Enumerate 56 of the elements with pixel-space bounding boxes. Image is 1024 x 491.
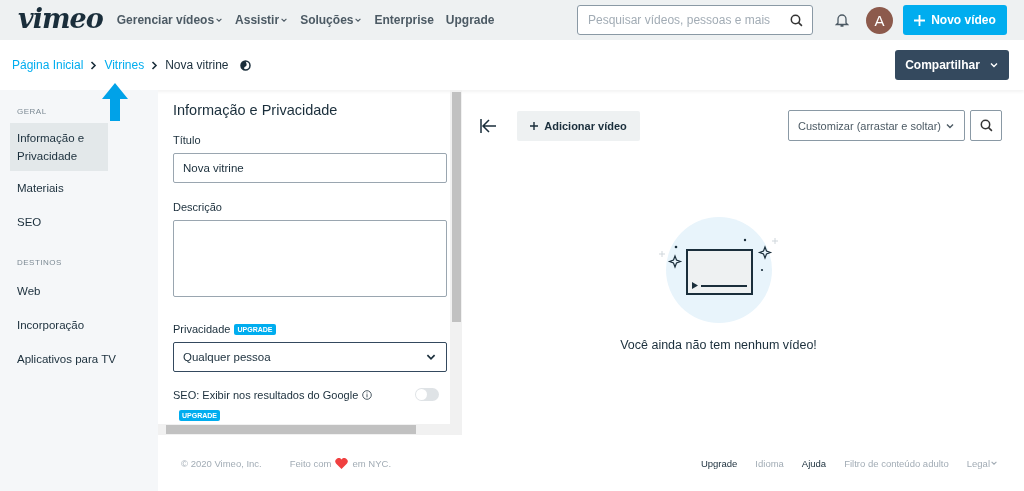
privacy-dropdown[interactable]: Qualquer pessoa [173,342,447,372]
sidebar-item[interactable]: Web [10,274,144,308]
nav-link[interactable]: Upgrade [445,13,495,27]
vertical-scrollbar[interactable] [450,90,462,424]
title-field[interactable]: Nova vitrine [173,153,447,183]
seo-label: SEO: Exibir nos resultados do Google [173,388,359,401]
plus-icon [914,14,926,26]
chevron-down-icon [990,459,998,467]
chevron-down-icon [354,16,363,24]
field-label: Descrição [173,201,222,213]
user-avatar[interactable]: A [866,6,893,34]
play-bar-icon [691,282,748,289]
search-icon [790,14,803,27]
chevron-right-icon [151,60,159,70]
field-label: Privacidade [173,323,231,335]
heart-icon [335,457,349,469]
sidebar-heading: DESTINOS [16,258,63,267]
bell-icon[interactable] [835,12,849,28]
add-video-button[interactable]: Adicionar vídeo [517,110,640,141]
chevron-down-icon [280,16,289,24]
sort-dropdown[interactable]: Customizar (arrastar e soltar) [788,110,965,141]
footer-text: Feito com [289,457,332,469]
info-icon [362,389,373,400]
seo-toggle[interactable] [415,388,439,401]
chevron-right-icon [90,60,98,70]
field-label: Título [173,134,201,146]
plus-icon [530,121,539,130]
share-button[interactable]: Compartilhar [895,50,1009,80]
horizontal-scrollbar[interactable] [158,424,462,435]
vimeo-logo[interactable]: vimeo [18,2,103,34]
sidebar-heading: GERAL [16,107,48,116]
sidebar-item[interactable]: Materiais [10,171,144,205]
search-field[interactable]: Pesquisar vídeos, pessoas e mais [577,5,813,35]
footer-link[interactable]: Upgrade [700,457,738,469]
footer-link[interactable]: Ajuda [801,457,827,469]
sidebar-item[interactable]: Aplicativos para TV [10,342,144,376]
sidebar-item[interactable]: Informação e Privacidade [10,123,108,171]
sidebar-item[interactable]: SEO [10,205,144,239]
sidebar-item[interactable]: Incorporação [10,308,144,342]
search-button[interactable] [970,110,1002,141]
annotation-arrow [102,83,128,121]
nav-link[interactable]: Gerenciar vídeos [116,13,224,27]
breadcrumb-current: Nova vitrine [165,58,229,72]
search-icon [979,119,993,132]
globe-icon [239,59,251,71]
nav-link[interactable]: Soluções [300,13,363,27]
panel-title: Informação e Privacidade [173,102,339,118]
collapse-arrow-icon[interactable] [480,118,497,133]
chevron-down-icon [988,60,999,70]
nav-link[interactable]: Enterprise [374,13,434,27]
footer-text: em NYC. [352,457,392,469]
description-field[interactable] [173,220,447,297]
nav-link[interactable]: Assistir [235,13,289,27]
chevron-down-icon [215,16,224,24]
empty-message: Você ainda não tem nenhum vídeo! [620,338,817,352]
copyright-text: © 2020 Vimeo, Inc. [181,457,262,469]
